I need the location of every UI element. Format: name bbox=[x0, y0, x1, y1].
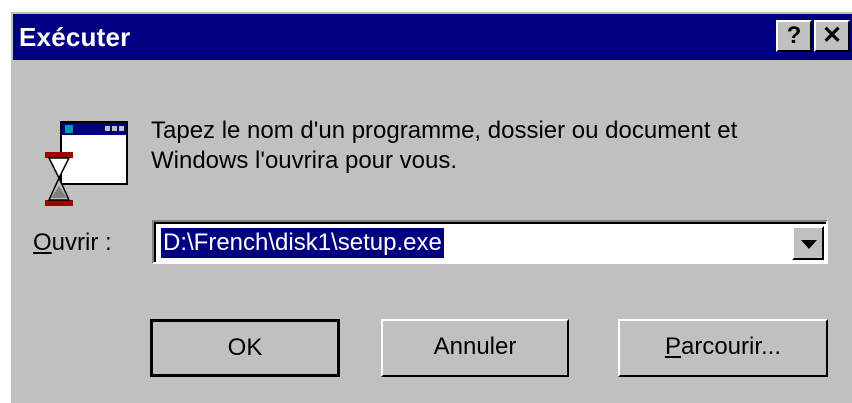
open-label-text: uvrir : bbox=[51, 229, 112, 256]
run-dialog: Exécuter ? ✕ Tapez le nom d'un programme… bbox=[9, 10, 852, 403]
browse-button-accelerator: P bbox=[664, 333, 681, 360]
title-bar[interactable]: Exécuter ? ✕ bbox=[13, 14, 852, 60]
ok-button-label: OK bbox=[227, 334, 263, 361]
browse-button[interactable]: Parcourir... bbox=[618, 319, 828, 377]
chevron-down-icon bbox=[801, 240, 817, 249]
ok-button[interactable]: OK bbox=[150, 319, 340, 377]
close-button[interactable]: ✕ bbox=[814, 20, 850, 52]
description-line-1: Tapez le nom d'un programme, dossier ou … bbox=[151, 117, 738, 144]
description-text: Tapez le nom d'un programme, dossier ou … bbox=[151, 116, 811, 176]
open-label-accelerator: O bbox=[33, 229, 52, 256]
description-line-2: Windows l'ouvrira pour vous. bbox=[151, 147, 458, 174]
cancel-button[interactable]: Annuler bbox=[381, 319, 569, 377]
open-combobox[interactable]: D:\French\disk1\setup.exe bbox=[152, 220, 828, 264]
dropdown-button[interactable] bbox=[792, 226, 824, 260]
help-button[interactable]: ? bbox=[776, 20, 812, 52]
cancel-button-label: Annuler bbox=[433, 333, 517, 360]
open-input[interactable]: D:\French\disk1\setup.exe bbox=[161, 228, 444, 258]
open-label: Ouvrir : bbox=[33, 228, 112, 258]
run-program-icon bbox=[45, 121, 128, 206]
browse-button-label: arcourir... bbox=[680, 333, 782, 360]
window-title: Exécuter bbox=[19, 22, 131, 52]
